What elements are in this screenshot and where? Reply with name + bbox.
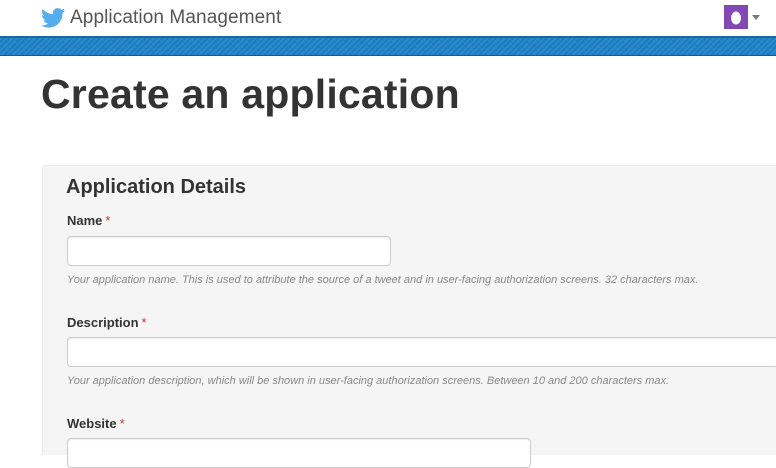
description-input[interactable]	[67, 337, 776, 367]
name-help-text: Your application name. This is used to a…	[67, 274, 699, 286]
website-label: Website *	[67, 416, 125, 431]
user-menu-toggle[interactable]	[724, 4, 760, 30]
top-navbar: Application Management	[0, 0, 776, 36]
website-label-text: Website	[67, 416, 117, 431]
description-label: Description *	[67, 315, 147, 330]
description-label-text: Description	[67, 315, 139, 330]
home-link[interactable]: Application Management	[41, 6, 281, 30]
required-marker: *	[141, 315, 147, 330]
header-band	[0, 36, 776, 56]
description-help-text: Your application description, which will…	[67, 375, 670, 387]
app-title: Application Management	[70, 7, 282, 28]
page-title: Create an application	[41, 71, 460, 117]
twitter-bird-icon	[41, 8, 65, 28]
egg-avatar-icon	[724, 5, 748, 29]
name-input[interactable]	[67, 236, 391, 266]
website-input[interactable]	[67, 438, 531, 468]
section-title: Application Details	[66, 176, 247, 198]
application-details-panel	[42, 165, 776, 455]
name-label-text: Name	[67, 213, 103, 228]
required-marker: *	[119, 416, 125, 431]
required-marker: *	[105, 213, 111, 228]
caret-down-icon	[752, 14, 760, 20]
name-label: Name *	[67, 213, 110, 228]
